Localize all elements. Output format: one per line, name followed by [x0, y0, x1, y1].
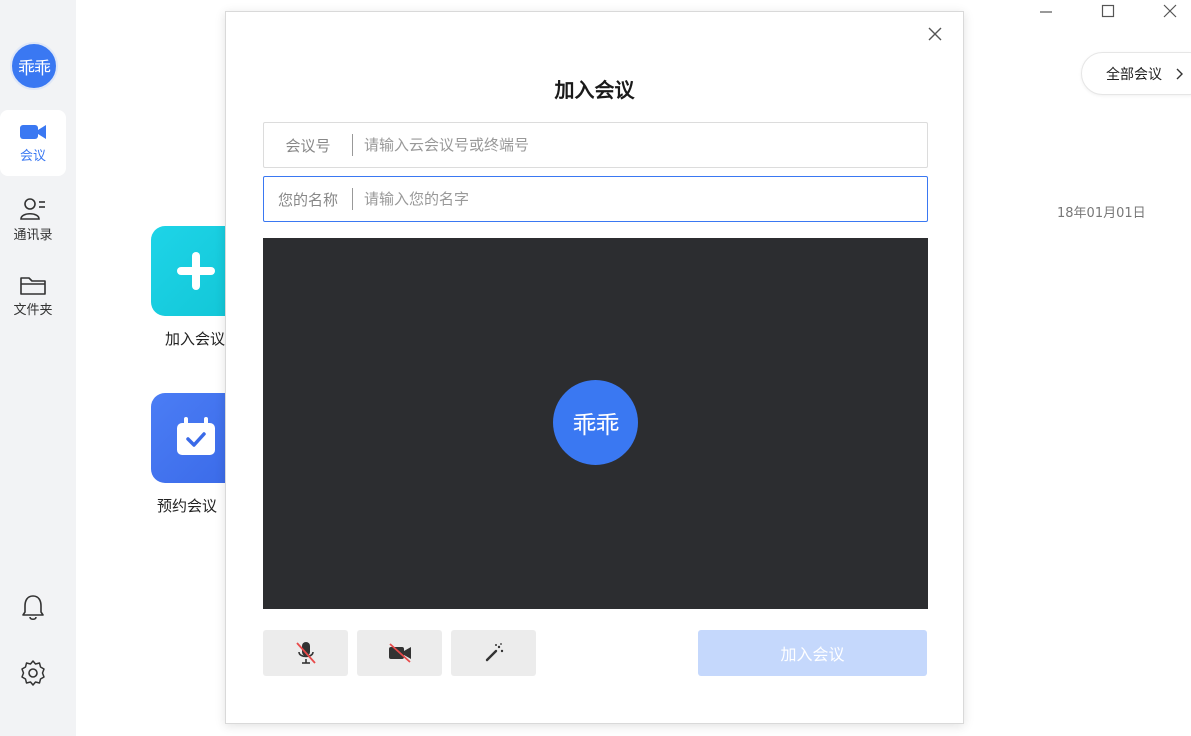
contacts-icon: [20, 198, 45, 220]
maximize-icon[interactable]: [1093, 0, 1123, 22]
join-meeting-button[interactable]: 加入会议: [698, 630, 927, 676]
gear-icon[interactable]: [18, 658, 48, 688]
meeting-date: 18年01月01日: [1057, 206, 1146, 221]
field-divider: [352, 188, 353, 210]
field-divider: [352, 134, 353, 156]
sidebar-item-contacts[interactable]: 通讯录: [0, 187, 66, 253]
sidebar: 乖乖 会议 通讯录 文件夹: [0, 0, 76, 736]
schedule-meeting-tile-label: 预约会议: [157, 497, 218, 515]
sidebar-item-folders[interactable]: 文件夹: [0, 263, 66, 329]
meeting-id-input[interactable]: [364, 123, 927, 167]
mic-muted-icon: [295, 642, 316, 664]
folder-icon: [20, 277, 46, 295]
avatar[interactable]: 乖乖: [10, 42, 58, 90]
meeting-id-field[interactable]: 会议号: [263, 122, 928, 168]
dialog-title: 加入会议: [554, 78, 635, 102]
preview-avatar: 乖乖: [553, 380, 638, 465]
join-meeting-dialog: 加入会议 会议号 您的名称 乖乖: [225, 11, 964, 724]
mic-toggle-button[interactable]: [263, 630, 348, 676]
join-meeting-tile-label: 加入会议: [165, 330, 226, 348]
close-icon[interactable]: [1155, 0, 1185, 22]
beauty-wand-icon: [485, 643, 503, 662]
all-meetings-label: 全部会议: [1106, 66, 1162, 83]
camera-off-icon: [388, 643, 411, 663]
sidebar-item-label: 通讯录: [13, 228, 53, 243]
beauty-button[interactable]: [451, 630, 536, 676]
name-label: 您的名称: [277, 190, 338, 209]
dialog-close-icon[interactable]: [923, 22, 947, 46]
app-window: 乖乖 会议 通讯录 文件夹 加入会议 预约会议 全部会议 18年01月01日 加…: [0, 0, 1191, 736]
bell-icon[interactable]: [18, 592, 48, 622]
all-meetings-button[interactable]: 全部会议: [1081, 52, 1191, 95]
chevron-right-icon: [1176, 68, 1183, 79]
minimize-icon[interactable]: [1031, 0, 1061, 22]
sidebar-item-label: 文件夹: [13, 303, 53, 318]
camera-toggle-button[interactable]: [357, 630, 442, 676]
name-field[interactable]: 您的名称: [263, 176, 928, 222]
video-camera-icon: [20, 125, 46, 139]
video-preview: 乖乖: [263, 238, 928, 609]
sidebar-item-meetings[interactable]: 会议: [0, 110, 66, 176]
name-input[interactable]: [364, 177, 927, 221]
meeting-id-label: 会议号: [285, 136, 331, 155]
sidebar-item-label: 会议: [19, 149, 46, 164]
